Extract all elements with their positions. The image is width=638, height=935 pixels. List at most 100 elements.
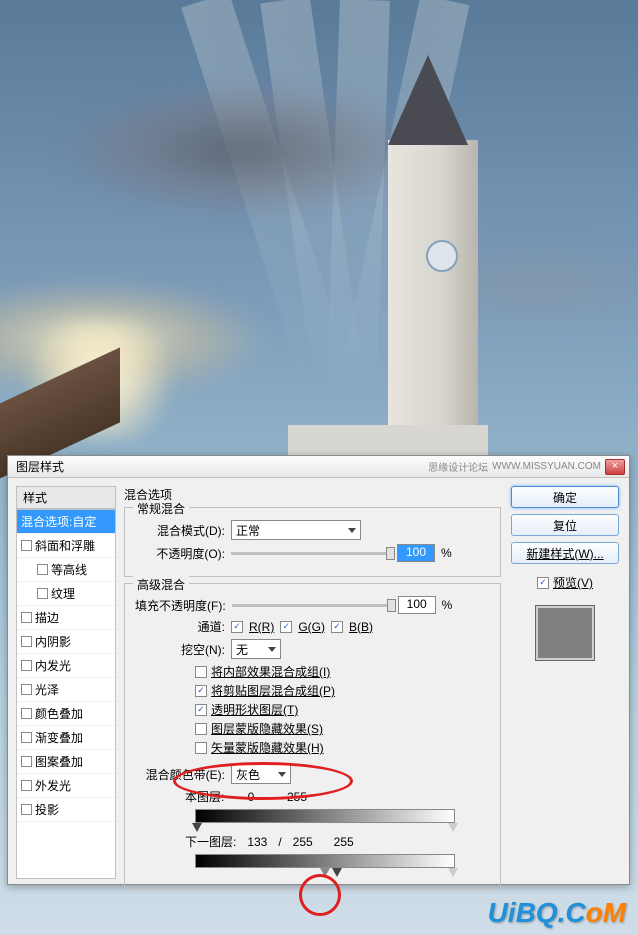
channel-b-check[interactable] <box>331 621 343 633</box>
general-blend-group: 常规混合 混合模式(D): 正常 不透明度(O): 100 % <box>124 507 501 577</box>
style-checkbox[interactable] <box>21 780 32 791</box>
advanced-check-row: 将剪贴图层混合成组(P) <box>195 682 490 699</box>
style-checkbox[interactable] <box>21 612 32 623</box>
styles-header: 样式 <box>16 486 116 509</box>
under-mid-value: 255 <box>288 835 318 849</box>
advanced-legend: 高级混合 <box>133 576 189 593</box>
under-black-slider-left[interactable] <box>320 868 330 877</box>
watermark: UiBQ.CoM <box>488 897 626 929</box>
style-item[interactable]: 内发光 <box>17 654 115 678</box>
this-high-value: 255 <box>277 790 317 804</box>
new-style-button[interactable]: 新建样式(W)... <box>511 542 619 564</box>
under-layer-gradient[interactable] <box>195 854 455 868</box>
general-legend: 常规混合 <box>133 500 189 517</box>
style-item[interactable]: 外发光 <box>17 774 115 798</box>
opacity-input[interactable]: 100 <box>397 544 435 562</box>
style-checkbox[interactable] <box>21 804 32 815</box>
this-layer-label: 本图层: <box>185 788 225 805</box>
advanced-check-row: 矢量蒙版隐藏效果(H) <box>195 739 490 756</box>
style-item-label: 描边 <box>35 609 59 626</box>
style-checkbox[interactable] <box>21 660 32 671</box>
under-high-value: 255 <box>324 835 364 849</box>
advanced-check-label: 将内部效果混合成组(I) <box>211 663 330 680</box>
fill-opacity-slider[interactable] <box>232 604 392 607</box>
preview-label: 预览(V) <box>553 574 593 591</box>
advanced-check-label: 将剪贴图层混合成组(P) <box>211 682 335 699</box>
advanced-checkbox[interactable] <box>195 704 207 716</box>
style-checkbox[interactable] <box>21 684 32 695</box>
style-item[interactable]: 渐变叠加 <box>17 726 115 750</box>
style-checkbox[interactable] <box>37 564 48 575</box>
advanced-check-row: 图层蒙版隐藏效果(S) <box>195 720 490 737</box>
advanced-checkbox[interactable] <box>195 666 207 678</box>
style-item-label: 斜面和浮雕 <box>35 537 95 554</box>
opacity-label: 不透明度(O): <box>135 545 225 562</box>
styles-panel: 样式 混合选项:自定斜面和浮雕等高线纹理描边内阴影内发光光泽颜色叠加渐变叠加图案… <box>16 486 116 876</box>
style-checkbox[interactable] <box>21 708 32 719</box>
style-item-label: 等高线 <box>51 561 87 578</box>
style-item[interactable]: 内阴影 <box>17 630 115 654</box>
preview-check[interactable] <box>537 577 549 589</box>
style-item-label: 内阴影 <box>35 633 71 650</box>
style-item[interactable]: 图案叠加 <box>17 750 115 774</box>
dialog-title: 图层样式 <box>12 458 64 475</box>
advanced-check-label: 矢量蒙版隐藏效果(H) <box>211 739 324 756</box>
this-black-slider[interactable] <box>192 823 202 832</box>
forum-url: WWW.MISSYUAN.COM <box>492 461 601 472</box>
this-layer-gradient[interactable] <box>195 809 455 823</box>
fill-opacity-label: 填充不透明度(F): <box>135 597 226 614</box>
titlebar[interactable]: 图层样式 思缘设计论坛 WWW.MISSYUAN.COM × <box>8 456 629 478</box>
knockout-combo[interactable]: 无 <box>231 639 281 659</box>
blend-if-label: 混合颜色带(E): <box>135 766 225 783</box>
style-item-label: 图案叠加 <box>35 753 83 770</box>
advanced-check-row: 透明形状图层(T) <box>195 701 490 718</box>
this-low-value: 0 <box>231 790 271 804</box>
style-item[interactable]: 光泽 <box>17 678 115 702</box>
advanced-check-label: 透明形状图层(T) <box>211 701 298 718</box>
fill-opacity-input[interactable]: 100 <box>398 596 436 614</box>
style-checkbox[interactable] <box>21 636 32 647</box>
advanced-checkbox[interactable] <box>195 723 207 735</box>
style-checkbox[interactable] <box>21 732 32 743</box>
under-black-slider-right[interactable] <box>332 868 342 877</box>
advanced-blend-group: 高级混合 填充不透明度(F): 100 % 通道: R(R) G(G) B(B)… <box>124 583 501 889</box>
advanced-checkbox[interactable] <box>195 685 207 697</box>
style-checkbox[interactable] <box>37 588 48 599</box>
opacity-slider[interactable] <box>231 552 391 555</box>
style-item-label: 投影 <box>35 801 59 818</box>
style-item[interactable]: 斜面和浮雕 <box>17 534 115 558</box>
blend-if-combo[interactable]: 灰色 <box>231 764 291 784</box>
advanced-check-row: 将内部效果混合成组(I) <box>195 663 490 680</box>
style-item-label: 渐变叠加 <box>35 729 83 746</box>
under-white-slider[interactable] <box>448 868 458 877</box>
channels-label: 通道: <box>135 618 225 635</box>
style-checkbox[interactable] <box>21 540 32 551</box>
style-item-label: 光泽 <box>35 681 59 698</box>
advanced-check-label: 图层蒙版隐藏效果(S) <box>211 720 323 737</box>
percent-label: % <box>441 546 452 560</box>
percent-label: % <box>442 598 453 612</box>
style-item[interactable]: 颜色叠加 <box>17 702 115 726</box>
this-white-slider[interactable] <box>448 823 458 832</box>
style-item-label: 混合选项:自定 <box>21 513 96 530</box>
style-item-label: 外发光 <box>35 777 71 794</box>
style-item[interactable]: 描边 <box>17 606 115 630</box>
style-item-label: 纹理 <box>51 585 75 602</box>
style-checkbox[interactable] <box>21 756 32 767</box>
buttons-panel: 确定 复位 新建样式(W)... 预览(V) <box>509 486 621 876</box>
style-item[interactable]: 投影 <box>17 798 115 822</box>
style-item-label: 颜色叠加 <box>35 705 83 722</box>
blend-mode-label: 混合模式(D): <box>135 522 225 539</box>
ok-button[interactable]: 确定 <box>511 486 619 508</box>
layer-style-dialog: 图层样式 思缘设计论坛 WWW.MISSYUAN.COM × 样式 混合选项:自… <box>7 455 630 885</box>
blend-mode-combo[interactable]: 正常 <box>231 520 361 540</box>
channel-g-check[interactable] <box>280 621 292 633</box>
advanced-checkbox[interactable] <box>195 742 207 754</box>
style-item[interactable]: 混合选项:自定 <box>17 510 115 534</box>
close-button[interactable]: × <box>605 459 625 475</box>
styles-list: 混合选项:自定斜面和浮雕等高线纹理描边内阴影内发光光泽颜色叠加渐变叠加图案叠加外… <box>16 509 116 879</box>
cancel-button[interactable]: 复位 <box>511 514 619 536</box>
style-item[interactable]: 纹理 <box>17 582 115 606</box>
style-item[interactable]: 等高线 <box>17 558 115 582</box>
channel-r-check[interactable] <box>231 621 243 633</box>
